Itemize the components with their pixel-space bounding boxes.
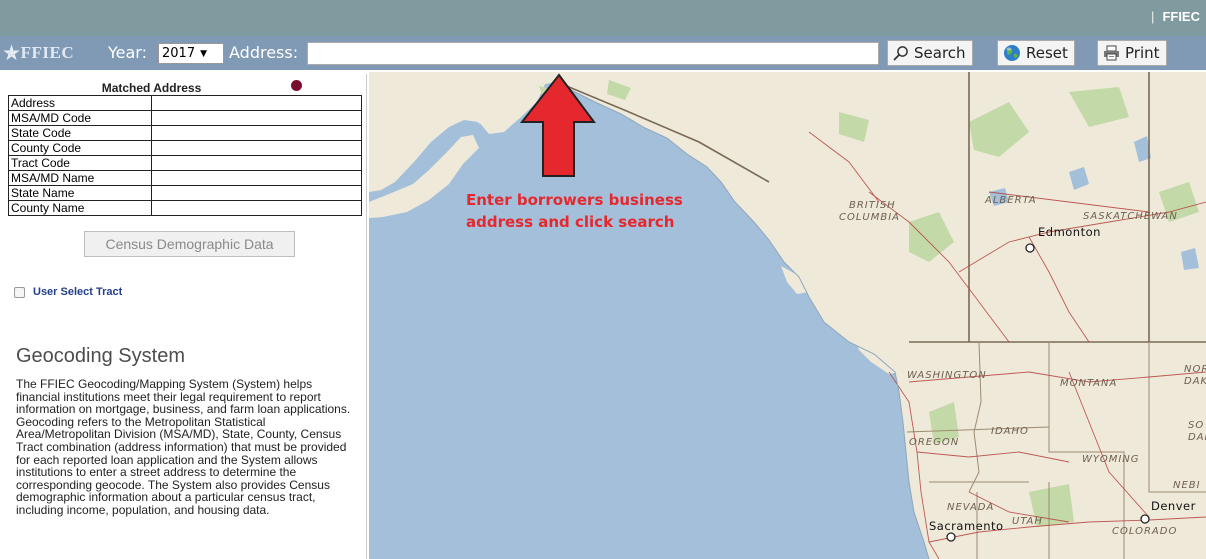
logo-text: FFIEC (20, 43, 75, 62)
row-label: Address (8, 95, 152, 111)
search-button[interactable]: Search (887, 40, 973, 66)
table-row: MSA/MD Code (8, 110, 362, 126)
map-canvas: BRITISH COLUMBIA ALBERTA SASKATCHEWAN WA… (369, 72, 1206, 559)
map-label-washington: WASHINGTON (907, 370, 987, 381)
user-select-tract[interactable]: User Select Tract (14, 286, 122, 298)
map-label-south-dakota-2: DAK (1188, 432, 1206, 443)
instruction-line-2: address and click search (466, 213, 675, 231)
print-button[interactable]: Print (1097, 40, 1167, 66)
user-select-tract-checkbox[interactable] (14, 286, 25, 298)
census-demographic-data-button[interactable]: Census Demographic Data (84, 231, 295, 257)
table-row: County Code (8, 140, 362, 156)
map-view[interactable]: BRITISH COLUMBIA ALBERTA SASKATCHEWAN WA… (369, 72, 1206, 559)
row-value (151, 155, 362, 171)
map-label-south-dakota: SO (1188, 420, 1204, 431)
map-label-north-dakota-2: DAK (1184, 376, 1206, 387)
row-value (151, 185, 362, 201)
header-brand: | FFIEC (1151, 9, 1200, 24)
row-value (151, 170, 362, 186)
row-label: MSA/MD Code (8, 110, 152, 126)
map-label-denver: Denver (1151, 499, 1196, 513)
denver-marker[interactable] (1140, 514, 1150, 524)
geocoding-heading: Geocoding System (16, 345, 185, 367)
row-label: MSA/MD Name (8, 170, 152, 186)
reset-button[interactable]: Reset (997, 40, 1075, 66)
chevron-down-icon: ▼ (200, 48, 208, 59)
row-value (151, 200, 362, 216)
row-label: State Code (8, 125, 152, 141)
row-value (151, 95, 362, 111)
search-icon (893, 45, 909, 61)
table-row: MSA/MD Name (8, 170, 362, 186)
row-value (151, 140, 362, 156)
table-row: Address (8, 95, 362, 111)
geocoding-description: The FFIEC Geocoding/Mapping System (Syst… (16, 377, 351, 517)
map-label-nebraska: NEBI (1173, 480, 1201, 491)
matched-address-title: Matched Address (101, 81, 202, 95)
map-label-nevada: NEVADA (947, 502, 994, 513)
table-row: State Name (8, 185, 362, 201)
left-panel: Matched Address Address MSA/MD Code State … (4, 74, 367, 559)
map-label-british-columbia-2: COLUMBIA (839, 212, 900, 223)
map-label-oregon: OREGON (909, 437, 959, 448)
status-dot (291, 80, 302, 91)
printer-icon (1103, 45, 1120, 61)
ffiec-logo[interactable]: ✯ FFIEC (4, 42, 74, 64)
map-label-saskatchewan: SASKATCHEWAN (1083, 211, 1178, 222)
alaska-land (369, 72, 519, 146)
star-icon: ✯ (4, 42, 20, 63)
row-label: County Code (8, 140, 152, 156)
map-label-montana: MONTANA (1060, 378, 1117, 389)
toolbar: ✯ FFIEC Year: 2017 ▼ Address: Search Res… (0, 36, 1206, 70)
top-header-bar: | FFIEC (0, 0, 1206, 36)
user-select-tract-label: User Select Tract (33, 286, 123, 298)
search-button-label: Search (914, 44, 966, 62)
address-label: Address: (229, 43, 299, 62)
instruction-line-1: Enter borrowers business (466, 191, 683, 209)
address-input[interactable] (307, 42, 879, 65)
year-label: Year: (108, 43, 147, 62)
globe-icon (1003, 44, 1021, 62)
map-label-sacramento: Sacramento (929, 519, 1004, 533)
row-label: State Name (8, 185, 152, 201)
map-label-utah: UTAH (1012, 516, 1043, 527)
instruction-annotation: Enter borrowers business address and cli… (466, 189, 683, 233)
map-label-british-columbia: BRITISH (849, 200, 896, 211)
year-value: 2017 (162, 46, 196, 61)
mainland-land (369, 72, 1206, 559)
edmonton-marker[interactable] (1025, 243, 1035, 253)
map-label-alberta: ALBERTA (984, 195, 1037, 206)
map-label-idaho: IDAHO (991, 426, 1029, 437)
map-label-north-dakota: NOR (1184, 364, 1206, 375)
row-label: Tract Code (8, 155, 152, 171)
map-label-wyoming: WYOMING (1082, 454, 1140, 465)
map-label-edmonton: Edmonton (1038, 225, 1101, 239)
reset-button-label: Reset (1026, 44, 1068, 62)
table-row: State Code (8, 125, 362, 141)
map-label-colorado: COLORADO (1112, 526, 1177, 537)
row-value (151, 110, 362, 126)
year-select[interactable]: 2017 ▼ (158, 43, 224, 64)
header-brand-text: FFIEC (1162, 9, 1200, 24)
sacramento-marker[interactable] (946, 532, 956, 542)
matched-address-table: Address MSA/MD Code State Code County Code T… (8, 95, 362, 216)
table-row: County Name (8, 200, 362, 216)
print-button-label: Print (1125, 44, 1160, 62)
row-value (151, 125, 362, 141)
row-label: County Name (8, 200, 152, 216)
table-row: Tract Code (8, 155, 362, 171)
